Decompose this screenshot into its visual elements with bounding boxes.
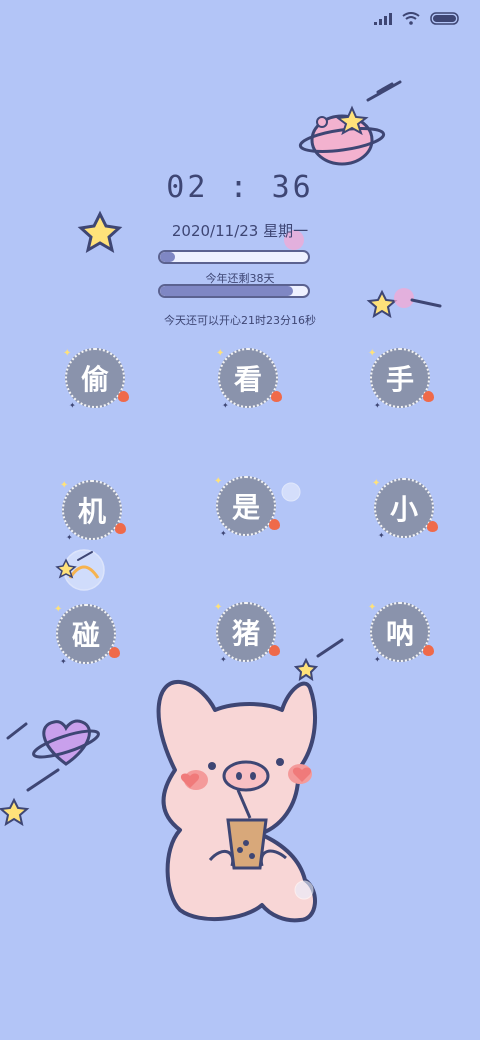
year-progress-fill [160,286,294,296]
app-label: 猪 [231,617,260,650]
status-bar [374,12,460,25]
heart-planet-icon [32,719,100,766]
app-icon-7[interactable]: ✦ 碰 ✦ [54,604,120,666]
strawberry-icon [269,519,280,530]
sparkle-icon: ✦ [378,531,385,540]
strawberry-icon [427,521,438,532]
strawberry-icon [118,391,129,402]
sparkle-icon: ✦ [368,348,377,359]
year-progress-bar [158,284,310,298]
sparkle-icon: ✦ [372,478,381,489]
date-text: 2020/11/23 星期一 [171,222,309,240]
app-label: 呐 [385,617,414,650]
strawberry-icon [423,645,434,656]
app-label: 小 [389,493,418,526]
strawberry-icon [109,647,120,658]
day-progress-bar [158,250,310,264]
strawberry-icon [423,391,434,402]
app-label: 偷 [80,363,109,396]
app-icon-4[interactable]: ✦ 机 ✦ [60,480,126,542]
wifi-icon [402,12,420,25]
sparkle-icon: ✦ [216,348,225,359]
sparkle-icon: ✦ [220,655,227,664]
app-icon-3[interactable]: ✦ 手 ✦ [368,348,434,410]
planet-icon [298,114,386,166]
star-icon [0,797,30,827]
app-label: 碰 [71,619,100,652]
clock-time: 02 : 36 [166,170,314,205]
pig-illustration [156,679,318,923]
signal-icon [374,12,392,25]
star-icon [335,105,369,136]
sparkle-icon: ✦ [214,602,223,613]
strawberry-icon [271,391,282,402]
app-label: 看 [233,363,262,396]
app-label: 手 [385,363,414,396]
app-label: 机 [77,495,106,528]
app-icon-6[interactable]: ✦ 小 ✦ [372,478,438,540]
sparkle-icon: ✦ [63,348,72,359]
app-icon-5[interactable]: ✦ 是 ✦ [214,476,280,538]
app-icon-9[interactable]: ✦ 呐 ✦ [368,602,434,664]
sparkle-icon: ✦ [368,602,377,613]
strawberry-icon [115,523,126,534]
sparkle-icon: ✦ [66,533,73,542]
sparkle-icon: ✦ [220,529,227,538]
app-icon-2[interactable]: ✦ 看 ✦ [216,348,282,410]
star-icon [55,558,77,579]
sparkle-icon: ✦ [54,604,63,615]
day-progress-fill [160,252,175,262]
strawberry-icon [269,645,280,656]
star-icon [293,657,319,682]
battery-icon [430,12,459,25]
sparkle-icon: ✦ [60,480,69,491]
sparkle-icon: ✦ [69,401,76,410]
app-icon-8[interactable]: ✦ 猪 ✦ [214,602,280,664]
app-label: 是 [231,491,260,524]
sparkle-icon: ✦ [374,401,381,410]
day-countdown: 今天还可以开心21时23分16秒 [164,314,316,327]
sparkle-icon: ✦ [214,476,223,487]
sparkle-icon: ✦ [374,655,381,664]
app-icon-1[interactable]: ✦ 偷 ✦ [63,348,129,410]
sparkle-icon: ✦ [60,657,67,666]
sparkle-icon: ✦ [222,401,229,410]
